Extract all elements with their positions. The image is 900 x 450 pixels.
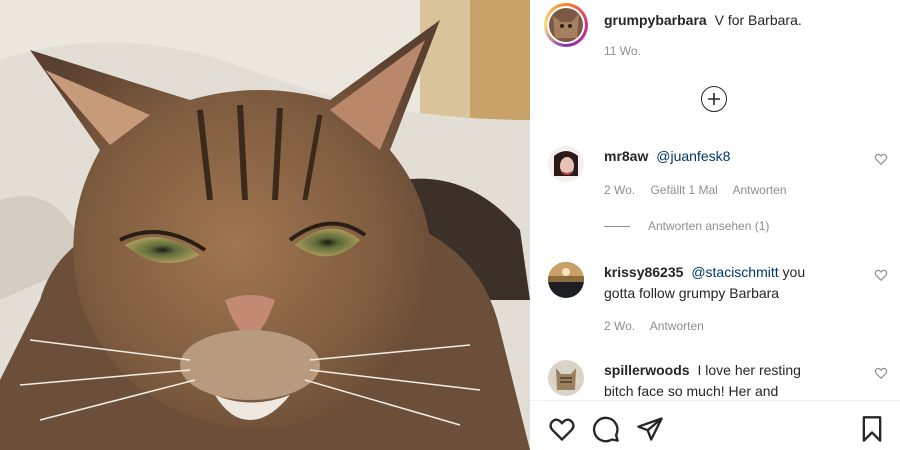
paper-plane-icon[interactable] [636,415,664,443]
comment-reply-button[interactable]: Antworten [733,183,787,197]
comment-mention[interactable]: @stacischmitt [691,264,778,280]
post-photo[interactable] [0,0,530,450]
heart-outline-icon[interactable] [874,152,888,166]
comment-item: spillerwoods I love her resting bitch fa… [548,360,888,400]
comment-meta: 2 Wo. Antworten [604,319,716,333]
comment-meta: 2 Wo. Gefällt 1 Mal Antworten [604,183,799,197]
replies-divider [604,225,630,227]
comment-mention[interactable]: @juanfesk8 [656,148,730,164]
heart-outline-icon[interactable] [548,415,576,443]
caption-text: V for Barbara. [714,12,802,28]
comment-time[interactable]: 2 Wo. [604,319,635,333]
post-header [544,2,588,48]
speech-bubble-icon[interactable] [592,415,620,443]
comment-reply-button[interactable]: Antworten [650,319,704,333]
comment-text: spillerwoods I love her resting bitch fa… [604,360,834,400]
bookmark-icon[interactable] [858,415,886,443]
avatar[interactable] [549,8,583,42]
caption-time[interactable]: 11 Wo. [604,44,641,58]
comment-username[interactable]: spillerwoods [604,362,690,378]
comment-text: krissy86235 @stacischmitt you gotta foll… [604,262,834,304]
comment-username[interactable]: mr8aw [604,148,648,164]
load-more-comments-button[interactable] [701,86,727,112]
post-action-bar [530,400,900,450]
caption-username[interactable]: grumpybarbara [604,12,707,28]
comments-panel: grumpybarbara V for Barbara. 11 Wo. mr8a… [530,0,900,450]
comment-text: mr8aw @juanfesk8 [604,146,834,167]
comment-avatar[interactable] [548,262,584,298]
post-caption: grumpybarbara V for Barbara. [604,11,802,29]
story-ring[interactable] [544,3,588,47]
heart-outline-icon[interactable] [874,366,888,380]
comment-likes[interactable]: Gefällt 1 Mal [650,183,717,197]
cat-image [0,0,530,450]
comment-username[interactable]: krissy86235 [604,264,683,280]
view-replies-button[interactable]: Antworten ansehen (1) [604,219,769,233]
heart-outline-icon[interactable] [874,268,888,282]
comment-avatar[interactable] [548,360,584,396]
plus-circle-icon [708,93,720,105]
comment-time[interactable]: 2 Wo. [604,183,635,197]
comment-avatar[interactable] [548,146,584,182]
view-replies-label: Antworten ansehen (1) [648,219,770,233]
